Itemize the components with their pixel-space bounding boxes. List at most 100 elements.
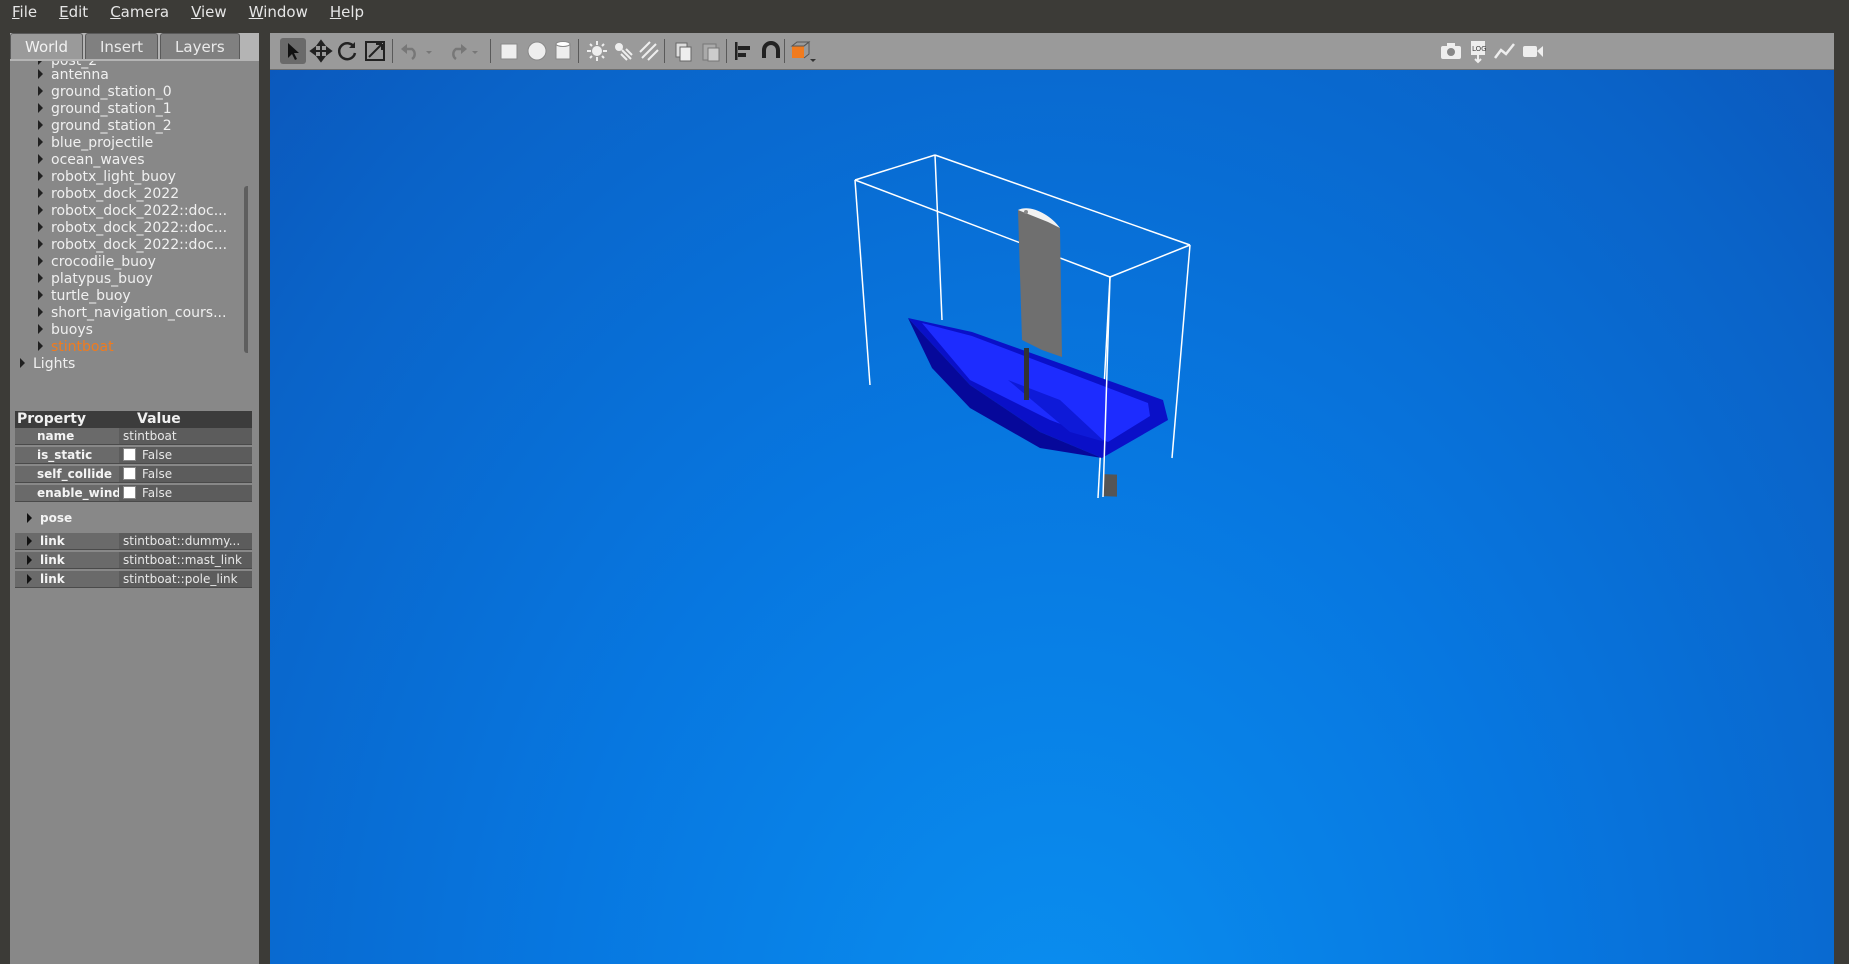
expand-arrow-icon[interactable] (38, 69, 43, 79)
tree-item-lights[interactable]: Lights (20, 356, 75, 373)
tree-item[interactable]: ground_station_2 (38, 118, 172, 135)
tree-item-selected[interactable]: stintboat (38, 339, 114, 356)
property-row-link[interactable]: link stintboat::mast_link (15, 552, 252, 569)
expand-arrow-icon[interactable] (38, 86, 43, 96)
expand-arrow-icon[interactable] (38, 239, 43, 249)
spot-light-icon[interactable] (610, 38, 636, 64)
scale-icon[interactable] (362, 38, 388, 64)
tree-item[interactable]: robotx_light_buoy (38, 169, 176, 186)
expand-arrow-icon[interactable] (38, 307, 43, 317)
undo-icon[interactable] (398, 38, 424, 64)
checkbox[interactable] (123, 486, 136, 499)
menu-edit[interactable]: Edit (47, 0, 98, 24)
property-key: link (15, 571, 119, 588)
menu-window[interactable]: Window (237, 0, 318, 24)
property-value[interactable]: stintboat (119, 428, 252, 445)
property-row-pose[interactable]: pose (15, 510, 252, 527)
tree-scrollbar[interactable] (244, 186, 248, 353)
expand-arrow-icon[interactable] (38, 188, 43, 198)
tree-item[interactable]: robotx_dock_2022::doc... (38, 237, 227, 254)
property-value: stintboat::dummy... (119, 533, 252, 550)
expand-arrow-icon[interactable] (38, 154, 43, 164)
panel-splitter[interactable] (259, 33, 270, 964)
expand-arrow-icon[interactable] (38, 324, 43, 334)
property-table: Property Value name stintboat is_static … (15, 411, 252, 588)
tree-item[interactable]: short_navigation_cours... (38, 305, 226, 322)
tree-item[interactable]: blue_projectile (38, 135, 153, 152)
screenshot-camera-icon[interactable] (1438, 38, 1464, 64)
expand-arrow-icon[interactable] (38, 61, 43, 65)
cylinder-icon[interactable] (550, 38, 576, 64)
toolbar: LOG (270, 33, 1849, 70)
property-key: is_static (15, 447, 119, 464)
view-angle-icon[interactable] (788, 38, 818, 64)
expand-arrow-icon[interactable] (38, 290, 43, 300)
chevron-down-icon[interactable] (422, 38, 436, 64)
tree-item[interactable]: platypus_buoy (38, 271, 153, 288)
point-light-icon[interactable] (584, 38, 610, 64)
tree-item[interactable]: robotx_dock_2022 (38, 186, 179, 203)
directional-light-icon[interactable] (636, 38, 662, 64)
copy-icon[interactable] (670, 38, 696, 64)
tree-item[interactable]: crocodile_buoy (38, 254, 156, 271)
toolbar-separator (726, 39, 727, 63)
checkbox[interactable] (123, 448, 136, 461)
expand-arrow-icon[interactable] (27, 554, 32, 565)
property-row-link[interactable]: link stintboat::dummy... (15, 533, 252, 550)
expand-arrow-icon[interactable] (27, 512, 32, 523)
toolbar-separator (392, 39, 393, 63)
property-row-link[interactable]: link stintboat::pole_link (15, 571, 252, 588)
translate-icon[interactable] (308, 38, 334, 64)
expand-arrow-icon[interactable] (27, 535, 32, 546)
tree-item[interactable]: ground_station_0 (38, 84, 172, 101)
tree-item[interactable]: buoys (38, 322, 93, 339)
tab-layers[interactable]: Layers (160, 33, 240, 59)
expand-arrow-icon[interactable] (20, 358, 25, 368)
expand-arrow-icon[interactable] (38, 256, 43, 266)
tree-item[interactable]: robotx_dock_2022::doc... (38, 203, 227, 220)
expand-arrow-icon[interactable] (38, 137, 43, 147)
expand-arrow-icon[interactable] (38, 171, 43, 181)
paste-icon[interactable] (698, 38, 724, 64)
property-row: enable_wind False (15, 485, 252, 502)
left-panel: World Insert Layers post_2 antenna groun… (10, 33, 259, 964)
property-key: link (15, 552, 119, 569)
log-icon[interactable]: LOG (1465, 38, 1491, 64)
tree-item[interactable]: ocean_waves (38, 152, 145, 169)
expand-arrow-icon[interactable] (27, 573, 32, 584)
menu-view[interactable]: View (179, 0, 237, 24)
tab-insert[interactable]: Insert (85, 33, 159, 59)
expand-arrow-icon[interactable] (38, 341, 43, 351)
3d-viewport[interactable] (270, 70, 1834, 964)
plot-icon[interactable] (1492, 38, 1518, 64)
chevron-down-icon[interactable] (468, 38, 482, 64)
align-icon[interactable] (730, 38, 756, 64)
tree-item[interactable]: ground_station_1 (38, 101, 172, 118)
menu-file[interactable]: File (0, 0, 47, 24)
tab-world[interactable]: World (10, 33, 83, 59)
expand-arrow-icon[interactable] (38, 205, 43, 215)
property-key: pose (15, 510, 119, 527)
sphere-icon[interactable] (524, 38, 550, 64)
tree-item[interactable]: robotx_dock_2022::doc... (38, 220, 227, 237)
expand-arrow-icon[interactable] (38, 222, 43, 232)
video-record-icon[interactable] (1520, 38, 1546, 64)
select-arrow-icon[interactable] (280, 38, 306, 64)
tree-item[interactable]: antenna (38, 67, 109, 84)
snap-magnet-icon[interactable] (758, 38, 784, 64)
header-value: Value (137, 411, 181, 427)
property-value: stintboat::pole_link (119, 571, 252, 588)
expand-arrow-icon[interactable] (38, 120, 43, 130)
box-icon[interactable] (496, 38, 522, 64)
menu-help[interactable]: Help (318, 0, 374, 24)
expand-arrow-icon[interactable] (38, 273, 43, 283)
expand-arrow-icon[interactable] (38, 103, 43, 113)
tree-item[interactable]: turtle_buoy (38, 288, 131, 305)
scene (854, 154, 1191, 499)
property-key: link (15, 533, 119, 550)
rotate-icon[interactable] (334, 38, 360, 64)
checkbox[interactable] (123, 467, 136, 480)
svg-text:LOG: LOG (1472, 45, 1487, 53)
menu-camera[interactable]: Camera (98, 0, 179, 24)
redo-icon[interactable] (444, 38, 470, 64)
